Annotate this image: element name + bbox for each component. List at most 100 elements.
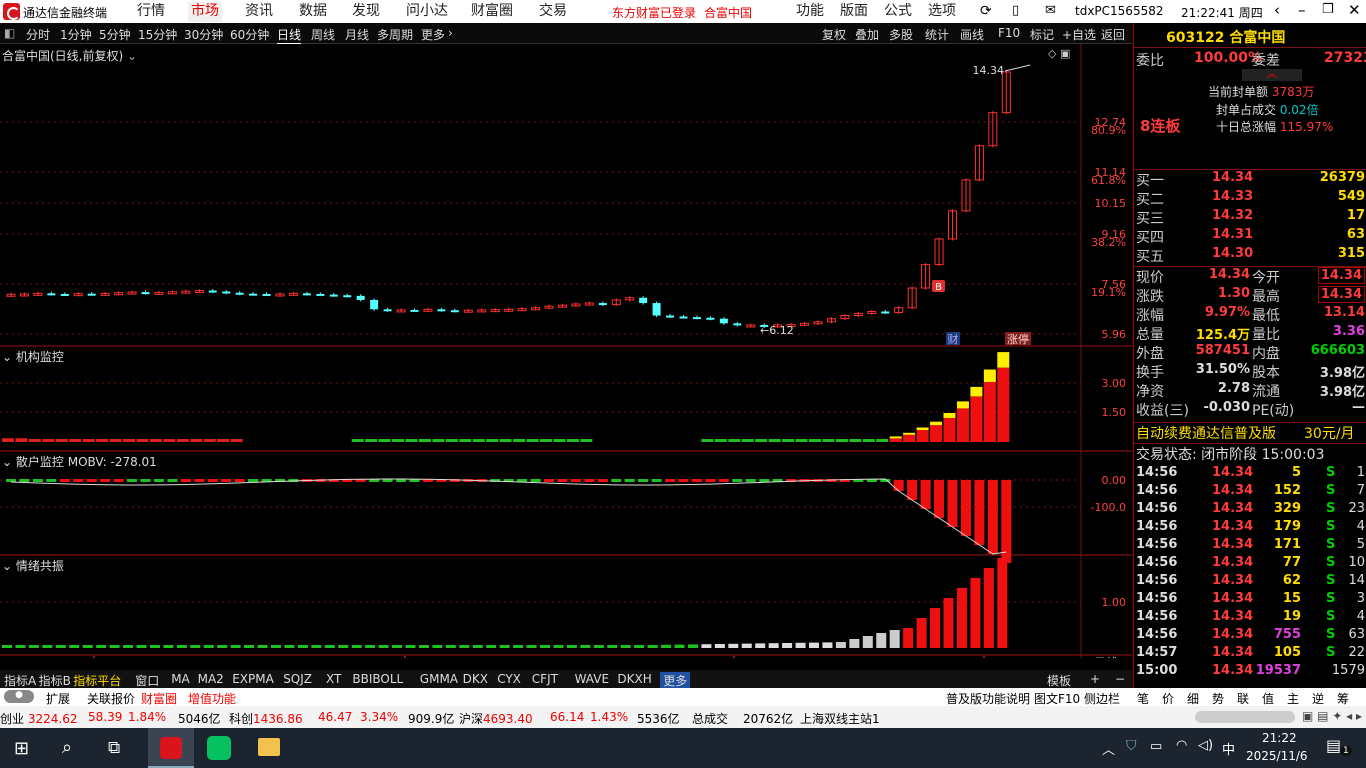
bid-row[interactable]: 买四 14.31 63 [1134,227,1366,246]
tab-guanlian[interactable]: 关联报价 [87,690,135,707]
menu-wenxiaoda[interactable]: 问小达 [406,2,448,22]
btn-tongji[interactable]: 统计 [925,26,949,43]
title-dropdown-icon[interactable]: ⌄ [127,49,137,63]
collapse-icon[interactable]: ⌄ [2,559,12,573]
menu-gongneng[interactable]: 功能 [796,2,824,22]
period-weekly[interactable]: 周线 [311,26,335,43]
indicator-tab[interactable]: DKX [463,672,488,686]
sidebar-toggle-icon[interactable]: ◧ [4,26,15,40]
collapse-icon[interactable]: ⌄ [2,350,12,364]
zoom-in-icon[interactable]: + [1090,672,1100,686]
taskbar-time[interactable]: 21:22 [1262,731,1297,745]
sidebar-tab[interactable]: 细 [1187,690,1199,707]
back-icon[interactable]: ‹ [1274,1,1280,19]
refresh-icon[interactable]: ⟳ [980,3,992,19]
period-1min[interactable]: 1分钟 [60,26,92,43]
wifi-icon[interactable]: ◠ [1176,738,1187,753]
period-30min[interactable]: 30分钟 [184,26,223,43]
indicator-tab[interactable]: CYX [497,672,521,686]
taskbar-tdx-app[interactable] [148,728,194,768]
period-15min[interactable]: 15分钟 [138,26,177,43]
battery-icon[interactable]: ▭ [1150,739,1162,754]
btn-diejia[interactable]: 叠加 [855,26,879,43]
menu-hangqing[interactable]: 行情 [137,2,165,22]
indicator-tab[interactable]: GMMA [420,672,458,686]
btn-add-watchlist[interactable]: +自选 [1062,26,1096,43]
ime-indicator[interactable]: 中 [1222,739,1235,758]
sidebar-tab[interactable]: 笔 [1137,690,1149,707]
indicator-tab[interactable]: WAVE [575,672,609,686]
tab-caifuquan[interactable]: 财富圈 [141,690,177,707]
sidebar-tab[interactable]: 价 [1162,690,1174,707]
indicator-tab[interactable]: SQJZ [283,672,312,686]
indicator-tab[interactable]: 指标A [4,672,36,689]
btn-biaoji[interactable]: 标记 [1030,26,1054,43]
promo-price[interactable]: 30元/月 [1304,423,1355,443]
windows-start-icon[interactable]: ⊞ [14,738,29,759]
volume-icon[interactable]: ◁) [1198,738,1213,753]
file-explorer-icon[interactable] [258,738,280,756]
menu-shichang[interactable]: 市场 [188,2,222,22]
ticker-tool-icons[interactable]: ▣ ▤ ✦ ◂ ▸ [1302,709,1362,723]
tab-kuozhan[interactable]: 扩展 [46,690,70,707]
menu-jiaoyi[interactable]: 交易 [539,2,567,22]
period-multi[interactable]: 多周期 [377,26,413,43]
indicator-tab[interactable]: DKXH [617,672,651,686]
bid-row[interactable]: 买一 14.34 26379 [1134,170,1366,189]
ticker-scrollbar[interactable] [1195,711,1295,723]
menu-shuju[interactable]: 数据 [299,2,327,22]
security-shield-icon[interactable]: ⛉ [1126,738,1137,754]
indicator-tab[interactable]: 指标B [39,672,71,689]
indicator-tab[interactable]: MA2 [198,672,224,686]
toggle-switch[interactable]: ● [4,690,34,703]
menu-banmian[interactable]: 版面 [840,2,868,22]
more-chevron-icon[interactable]: › [448,26,453,40]
btn-fuquan[interactable]: 复权 [822,26,846,43]
minimize-icon[interactable]: – [1298,1,1306,19]
indicator-tab[interactable]: XT [326,672,341,686]
bid-row[interactable]: 买二 14.33 549 [1134,189,1366,208]
notification-icon[interactable]: ▤ [1326,736,1341,755]
expand-chevron-icon[interactable]: ︽ [1242,69,1302,81]
wechat-icon[interactable] [207,736,231,760]
sidebar-tab[interactable]: 逆 [1312,690,1324,707]
btn-f10[interactable]: F10 [998,26,1020,40]
bid-row[interactable]: 买五 14.30 315 [1134,246,1366,265]
indicator-tab[interactable]: 指标平台 [73,672,121,689]
sidebar-tab[interactable]: 主 [1287,690,1299,707]
sidebar-tab[interactable]: 筹 [1337,690,1349,707]
chart-settings-icon[interactable]: ◇ ▣ [1048,47,1070,60]
kline-chart[interactable]: 12.7411.1410.159.167.565.9680.9%61.8%38.… [0,44,1132,658]
indicator-tab[interactable]: EXPMA [232,672,274,686]
task-view-icon[interactable]: ⧉ [108,738,120,758]
tab-zengzhi[interactable]: 增值功能 [188,690,236,707]
phone-icon[interactable]: ▯ [1012,3,1019,18]
btn-huaxian[interactable]: 画线 [960,26,984,43]
account-id[interactable]: tdxPC1565582 [1075,4,1163,18]
template-button[interactable]: 模板 [1047,672,1071,689]
login-status[interactable]: 东方财富已登录 [612,4,696,21]
server-name[interactable]: 上海双线主站1 [800,710,880,727]
sidebar-tab[interactable]: 势 [1212,690,1224,707]
maximize-icon[interactable]: ❐ [1322,2,1334,17]
menu-xuanxiang[interactable]: 选项 [928,2,956,22]
menu-gongshi[interactable]: 公式 [884,2,912,22]
menu-faxian[interactable]: 发现 [352,2,380,22]
collapse-icon[interactable]: ⌄ [2,455,12,469]
tray-chevron-icon[interactable]: ︿ [1102,739,1115,758]
indicator-tab[interactable]: MA [171,672,190,686]
period-daily[interactable]: 日线 [277,26,302,44]
search-icon[interactable]: ⌕ [62,737,72,758]
sidebar-tab[interactable]: 联 [1237,690,1249,707]
f10-link[interactable]: 图文F10 [1034,690,1080,707]
btn-duogu[interactable]: 多股 [889,26,913,43]
indicator-tab[interactable]: 窗口 [135,672,159,689]
promo-text[interactable]: 自动续费通达信普及版 [1136,423,1276,443]
taskbar-date[interactable]: 2025/11/6 [1246,749,1308,763]
sidebar-link[interactable]: 侧边栏 [1084,690,1120,707]
btn-back[interactable]: 返回 [1101,26,1125,43]
close-icon[interactable]: ✕ [1348,1,1361,19]
period-60min[interactable]: 60分钟 [230,26,269,43]
period-5min[interactable]: 5分钟 [99,26,131,43]
period-monthly[interactable]: 月线 [345,26,369,43]
